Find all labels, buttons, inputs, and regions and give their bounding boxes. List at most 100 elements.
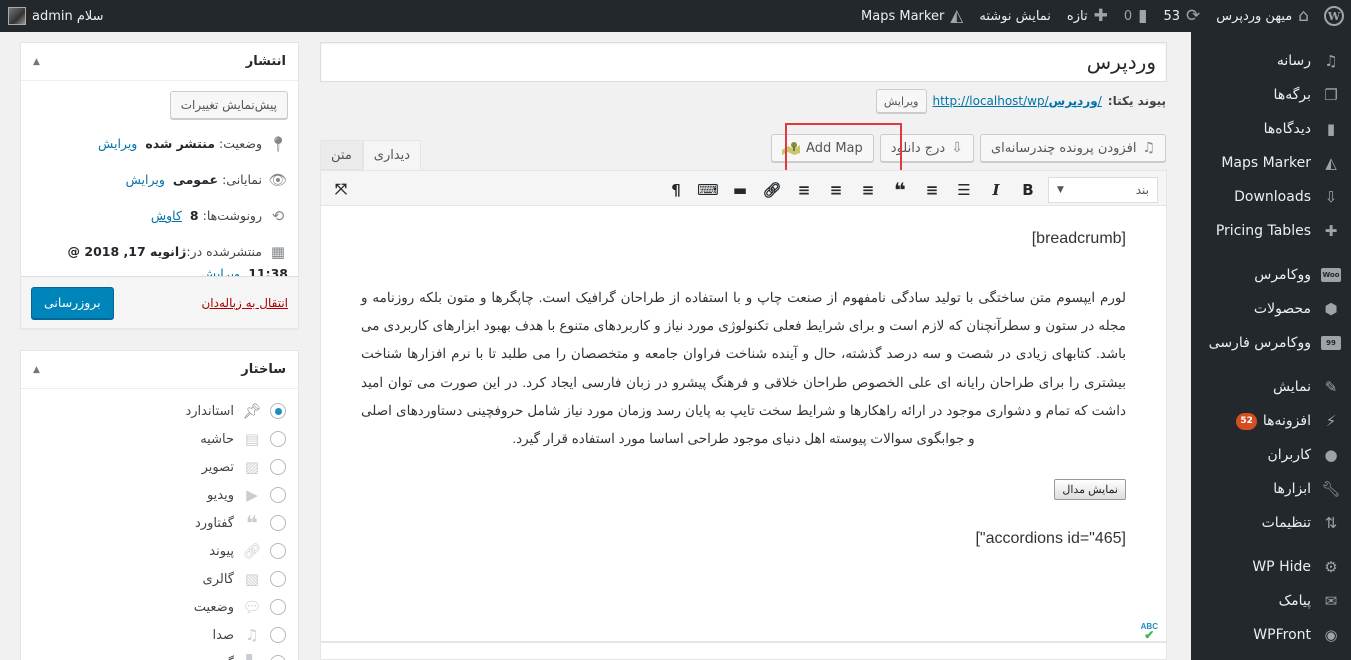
browse-revisions-link[interactable]: کاوش: [151, 205, 182, 227]
read-more-icon: ▬: [732, 181, 748, 199]
tab-text[interactable]: متن: [320, 140, 363, 170]
format-option-quote[interactable]: ❝ گفتاورد: [33, 509, 286, 537]
bold-button[interactable]: B: [1012, 175, 1044, 205]
sidebar-item-comments[interactable]: ▮ دیدگاه‌ها: [1191, 112, 1351, 146]
permalink-url[interactable]: http://localhost/wp / وردپرس /: [933, 94, 1102, 108]
sidebar-item-wp-hide[interactable]: ⚙ WP Hide: [1191, 550, 1351, 584]
menu-separator: [1191, 360, 1351, 370]
media-icon: ♫: [1142, 140, 1155, 156]
sidebar-item-label: افزونه‌ها: [1262, 413, 1311, 429]
sidebar-item-label: دیدگاه‌ها: [1263, 121, 1311, 137]
format-option-video[interactable]: ▶ ویدیو: [33, 481, 286, 509]
sidebar-item-woocommerce-persian[interactable]: 99 ووکامرس فارسی: [1191, 326, 1351, 360]
new-content-link[interactable]: ✚ تازه: [1059, 0, 1116, 32]
format-option-status[interactable]: 💬︎ وضعیت: [33, 593, 286, 621]
move-to-trash-link[interactable]: انتقال به زباله‌دان: [201, 296, 288, 310]
show-modal-button[interactable]: نمایش مدال: [1054, 479, 1126, 501]
edit-status-link[interactable]: ویرایش: [98, 133, 137, 155]
sidebar-item-label: Pricing Tables: [1215, 223, 1311, 239]
menu-separator: [1191, 540, 1351, 550]
quote-icon: ❝: [894, 178, 906, 202]
format-option-gallery[interactable]: ▧ گالری: [33, 565, 286, 593]
editor-content[interactable]: [breadcrumb] لورم ایپسوم متن ساختگی با ت…: [320, 206, 1167, 642]
link-icon: 🔗︎: [762, 181, 782, 199]
paragraph-format-select[interactable]: بند ▼: [1048, 177, 1158, 203]
rtl-button[interactable]: ¶: [660, 175, 692, 205]
format-option-audio[interactable]: ♫ صدا: [33, 621, 286, 649]
sidebar-item-maps-marker[interactable]: ◭ Maps Marker: [1191, 146, 1351, 180]
blockquote-button[interactable]: ❝: [884, 175, 916, 205]
add-media-button[interactable]: ♫ افزودن پرونده چندرسانه‌ای: [979, 134, 1166, 162]
format-option-standard[interactable]: 📌︎ استاندارد: [33, 397, 286, 425]
toolbar-buttons: بند ▼ B I ☰ ≡ ❝ ≡ ≡ ≡ 🔗︎ ▬ ⌨ ¶: [660, 175, 1158, 205]
bullet-list-button[interactable]: ☰: [948, 175, 980, 205]
format-option-link[interactable]: 🔗︎ پیوند: [33, 537, 286, 565]
edit-visibility-link[interactable]: ویرایش: [126, 169, 165, 191]
format-radio[interactable]: [270, 515, 286, 531]
wp-logo-button[interactable]: W: [1317, 0, 1351, 32]
toolbar-toggle-button[interactable]: ⌨: [692, 175, 724, 205]
site-name: میهن وردپرس: [1216, 8, 1293, 24]
collapse-arrow-icon[interactable]: ▲: [33, 57, 40, 67]
italic-button[interactable]: I: [980, 175, 1012, 205]
sidebar-item-users[interactable]: ● کاربران: [1191, 438, 1351, 472]
publish-box-header[interactable]: انتشار ▲: [21, 43, 298, 81]
insert-download-button[interactable]: ⇩ درج دانلود: [879, 134, 974, 162]
maps-marker-icon: ◭: [950, 6, 964, 26]
format-radio[interactable]: [270, 543, 286, 559]
post-status-row: 📍︎ وضعیت: منتشر شده ویرایش: [98, 133, 288, 155]
align-left-button[interactable]: ≡: [852, 175, 884, 205]
format-radio[interactable]: [270, 431, 286, 447]
my-account-link[interactable]: سلام admin: [8, 0, 104, 32]
format-radio[interactable]: [270, 487, 286, 503]
format-option-chat[interactable]: ▙گ: [33, 649, 286, 660]
format-option-image[interactable]: ▨ تصویر: [33, 453, 286, 481]
format-radio[interactable]: [270, 655, 286, 660]
fullscreen-button[interactable]: ⤧: [325, 174, 357, 204]
format-box-title: ساختار: [241, 362, 286, 377]
sidebar-item-media[interactable]: ♫ رسانه: [1191, 44, 1351, 78]
sidebar-item-sms[interactable]: ✉ پیامک: [1191, 584, 1351, 618]
sidebar-item-settings[interactable]: ⇅ تنظیمات: [1191, 506, 1351, 540]
publish-box-title: انتشار: [245, 54, 286, 69]
site-name-link[interactable]: ⌂ میهن وردپرس: [1208, 0, 1317, 32]
comments-link[interactable]: ▮ 0: [1116, 0, 1156, 32]
admin-bar: W ⌂ میهن وردپرس ⟳ 53 ▮ 0 ✚ تازه نمایش نو…: [0, 0, 1351, 32]
maps-marker-link[interactable]: ◭ Maps Marker: [853, 0, 971, 32]
insert-link-button[interactable]: 🔗︎: [756, 175, 788, 205]
permalink-edit-button[interactable]: ویرایش: [875, 89, 927, 113]
sidebar-item-pages[interactable]: ❐ برگه‌ها: [1191, 78, 1351, 112]
sidebar-item-wpfront[interactable]: ◉ WPFront: [1191, 618, 1351, 652]
sidebar-item-products[interactable]: ⬢ محصولات: [1191, 292, 1351, 326]
preview-changes-button[interactable]: پیش‌نمایش تغییرات: [169, 91, 288, 119]
format-radio[interactable]: [270, 599, 286, 615]
add-map-button[interactable]: Add Map: [771, 134, 874, 162]
format-box-header[interactable]: ساختار ▲: [21, 351, 298, 389]
post-title-input[interactable]: [331, 50, 1156, 74]
numbered-list-button[interactable]: ≡: [916, 175, 948, 205]
sidebar-item-woocommerce[interactable]: Woo ووکامرس: [1191, 258, 1351, 292]
updates-link[interactable]: ⟳ 53: [1155, 0, 1208, 32]
spellcheck-icon[interactable]: ABC ✔: [1141, 623, 1158, 642]
read-more-button[interactable]: ▬: [724, 175, 756, 205]
greeting: سلام admin: [32, 8, 104, 24]
sidebar-item-plugins[interactable]: ⚡ افزونه‌ها 52: [1191, 404, 1351, 438]
align-right-button[interactable]: ≡: [788, 175, 820, 205]
tab-visual[interactable]: دیداری: [362, 140, 422, 170]
update-button[interactable]: بروزرسانی: [31, 286, 114, 319]
tools-icon: 🔧︎: [1321, 480, 1341, 498]
format-option-aside[interactable]: ▤ حاشیه: [33, 425, 286, 453]
format-radio[interactable]: [270, 627, 286, 643]
collapse-arrow-icon[interactable]: ▲: [33, 365, 40, 375]
format-radio[interactable]: [270, 403, 286, 419]
format-radio[interactable]: [270, 571, 286, 587]
image-icon: ▨: [244, 458, 260, 476]
downloads-icon: ⇩: [1324, 188, 1338, 206]
format-radio[interactable]: [270, 459, 286, 475]
sidebar-item-downloads[interactable]: ⇩ Downloads: [1191, 180, 1351, 214]
sidebar-item-appearance[interactable]: ✎ نمایش: [1191, 370, 1351, 404]
view-post-link[interactable]: نمایش نوشته: [971, 0, 1059, 32]
sidebar-item-pricing-tables[interactable]: ✚ Pricing Tables: [1191, 214, 1351, 248]
align-center-button[interactable]: ≡: [820, 175, 852, 205]
sidebar-item-tools[interactable]: 🔧︎ ابزارها: [1191, 472, 1351, 506]
